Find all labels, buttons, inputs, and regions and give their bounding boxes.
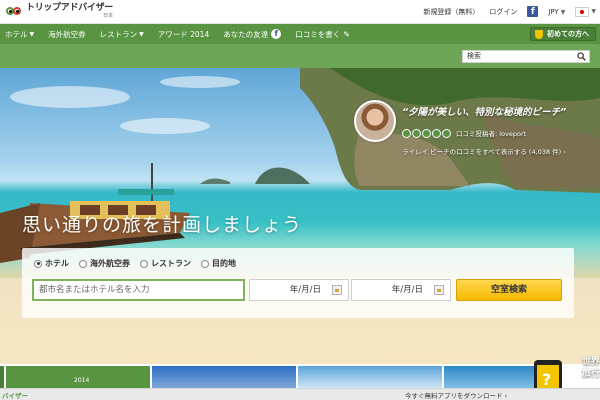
account-nav: 新規登録（無料） ログイン f JPY ▼ ▼ [423, 6, 596, 17]
bottom-bar: バイザー 今すぐ無料アプリをダウンロード › [0, 388, 600, 400]
chevron-down-icon: ▼ [29, 30, 35, 38]
site-search-input[interactable]: 検索 [462, 50, 590, 63]
logo-country: 日本 [103, 13, 114, 19]
reviewer-avatar[interactable] [354, 100, 396, 142]
promo-text: 世界 旅行 [581, 357, 600, 379]
main-nav: ホテル ▼ 海外航空券 レストラン ▼ アワード 2014 あなたの友達 f 口コミを… [0, 24, 600, 44]
destination-input[interactable]: 都市名またはホテル名を入力 [32, 279, 245, 301]
radio-dot [201, 259, 209, 268]
facebook-icon: f [271, 29, 282, 39]
review-rating: 口コミ投稿者: loveport [402, 128, 526, 138]
japan-flag-icon [575, 6, 590, 17]
owl-logo-icon [6, 4, 22, 20]
search-strip: 検索 [0, 44, 600, 68]
all-reviews-link[interactable]: ライレイ ビーチの口コミをすべて表示する (4,038 件) › [402, 146, 566, 156]
first-time-button[interactable]: 初めての方へ [530, 27, 596, 41]
search-availability-button[interactable]: 空室検索 [456, 279, 562, 301]
featured-review[interactable]: “夕陽が美しい、特別な秘境的ビーチ” 口コミ投稿者: loveport ライレイ… [354, 100, 594, 172]
radio-hotels[interactable]: ホテル [34, 258, 69, 269]
search-type-radios: ホテル 海外航空券 レストラン 目的地 [34, 258, 236, 269]
destination-placeholder: 都市名またはホテル名を入力 [39, 285, 150, 295]
calendar-icon[interactable] [434, 285, 444, 295]
hero-title: 思い通りの旅を計画しましょう [22, 214, 303, 236]
login-link[interactable]: ログイン [489, 7, 517, 17]
site-logo[interactable]: トリップアドバイザー 日本 [6, 4, 113, 20]
tile-sky[interactable] [298, 366, 442, 388]
nav-friends[interactable]: あなたの友達 f [223, 29, 282, 40]
chevron-down-icon: ▼ [139, 30, 144, 38]
currency-selector[interactable]: JPY ▼ [548, 8, 565, 16]
search-panel: ホテル 海外航空券 レストラン 目的地 都市名またはホテル名を入力 年/月/日 … [22, 248, 574, 318]
register-link[interactable]: 新規登録（無料） [423, 7, 479, 17]
shield-icon [535, 29, 543, 39]
nav-hotels[interactable]: ホテル ▼ [5, 29, 34, 40]
checkout-date-field[interactable]: 年/月/日 [351, 279, 451, 301]
rating-bubble-icon [422, 128, 431, 138]
pencil-icon: ✎ [343, 29, 350, 39]
tile-awards[interactable]: 2014 [6, 366, 150, 388]
logo-text: トリップアドバイザー [26, 3, 114, 13]
distant-islands [200, 167, 310, 184]
tile-water[interactable] [444, 366, 534, 388]
chevron-down-icon: ▼ [560, 8, 566, 16]
nav-restaurants[interactable]: レストラン ▼ [100, 29, 144, 40]
feature-tiles: 2014 [0, 364, 600, 388]
calendar-icon[interactable] [332, 285, 342, 295]
rating-bubble-icon [442, 128, 451, 138]
currency-label: JPY [548, 7, 559, 16]
app-download-link[interactable]: 今すぐ無料アプリをダウンロード › [405, 390, 507, 400]
radio-restaurants[interactable]: レストラン [140, 258, 191, 269]
review-poster: 口コミ投稿者: loveport [456, 130, 527, 138]
rating-bubble-icon [412, 128, 421, 138]
radio-dot [34, 259, 42, 268]
top-bar: トリップアドバイザー 日本 新規登録（無料） ログイン f JPY ▼ ▼ [0, 0, 600, 24]
award-year: 2014 [74, 377, 90, 384]
checkin-date-field[interactable]: 年/月/日 [249, 279, 349, 301]
hero-banner: “夕陽が美しい、特別な秘境的ビーチ” 口コミ投稿者: loveport ライレイ… [0, 68, 600, 364]
search-icon[interactable] [577, 52, 586, 61]
nav-write-review[interactable]: 口コミを書く ✎ [295, 29, 350, 40]
radio-flights[interactable]: 海外航空券 [79, 258, 130, 269]
nav-flights[interactable]: 海外航空券 [48, 29, 86, 40]
chevron-down-icon: ▼ [591, 8, 596, 15]
tile-city[interactable] [152, 366, 296, 388]
rating-bubble-icon [402, 128, 411, 138]
nav-awards[interactable]: アワード 2014 [158, 29, 209, 40]
question-mark-icon: ? [542, 370, 552, 389]
site-search-placeholder: 検索 [467, 52, 481, 60]
radio-dot [140, 259, 148, 268]
facebook-icon[interactable]: f [527, 6, 539, 17]
radio-destinations[interactable]: 目的地 [201, 258, 236, 269]
bottom-logo-text: バイザー [2, 392, 28, 400]
rating-bubble-icon [432, 128, 441, 138]
review-quote[interactable]: “夕陽が美しい、特別な秘境的ビーチ” [402, 104, 566, 118]
tile-edge[interactable] [0, 366, 4, 388]
radio-dot [79, 259, 87, 268]
country-selector[interactable]: ▼ [575, 6, 596, 17]
